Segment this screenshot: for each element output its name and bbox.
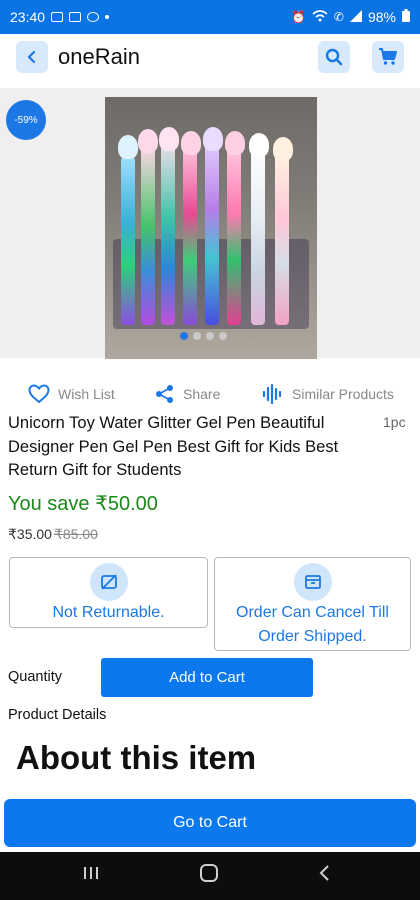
about-heading: About this item xyxy=(16,739,257,776)
carousel-dot[interactable] xyxy=(206,332,214,340)
quantity-label: Quantity xyxy=(8,669,62,685)
chat-notification-icon xyxy=(87,12,100,22)
carousel-dot[interactable] xyxy=(180,332,188,340)
similar-products-button[interactable]: Similar Products xyxy=(262,384,394,404)
similar-products-icon xyxy=(262,384,282,404)
add-to-cart-button[interactable]: Add to Cart xyxy=(101,658,313,697)
pen-image xyxy=(183,140,197,325)
unicorn-cap-image xyxy=(181,131,201,155)
you-save-text: You save ₹50.00 xyxy=(8,493,158,515)
search-button[interactable] xyxy=(318,41,350,73)
mrp-price: ₹85.00 xyxy=(53,526,98,542)
cancel-policy-card[interactable]: Order Can Cancel Till Order Shipped. xyxy=(214,557,411,651)
carousel-indicator xyxy=(180,332,227,340)
wifi-icon xyxy=(312,9,328,25)
wishlist-button[interactable]: Wish List xyxy=(28,384,115,404)
system-nav-bar xyxy=(0,852,420,900)
go-to-cart-button[interactable]: Go to Cart xyxy=(4,799,416,847)
signal-icon xyxy=(349,9,362,25)
share-label: Share xyxy=(183,386,221,402)
selling-price: ₹35.00 xyxy=(8,526,52,542)
image-notification-icon xyxy=(51,12,64,22)
unicorn-cap-image xyxy=(249,133,269,157)
discount-badge: -59% xyxy=(8,102,44,138)
battery-icon xyxy=(402,9,410,25)
share-button[interactable]: Share xyxy=(155,384,220,404)
unicorn-cap-image xyxy=(118,135,138,159)
more-notifications-icon xyxy=(105,15,110,19)
recents-icon[interactable] xyxy=(82,864,100,887)
pen-image xyxy=(227,139,241,325)
unicorn-cap-image xyxy=(138,129,158,153)
status-bar: 23:40 ⏰ ✆ 98% xyxy=(0,0,420,34)
unicorn-cap-image xyxy=(159,127,179,151)
product-image[interactable] xyxy=(105,97,317,359)
message-notification-icon xyxy=(69,12,82,22)
heart-icon xyxy=(28,384,50,404)
carousel-dot[interactable] xyxy=(219,332,227,340)
back-nav-icon[interactable] xyxy=(318,864,332,888)
cart-button[interactable] xyxy=(372,41,404,73)
product-title: Unicorn Toy Water Glitter Gel Pen Beauti… xyxy=(8,414,339,479)
wishlist-label: Wish List xyxy=(58,386,115,402)
price-row: ₹35.00 ₹85.00 xyxy=(8,526,98,543)
cancel-policy-text: Order Can Cancel Till Order Shipped. xyxy=(236,604,389,645)
app-bar: oneRain xyxy=(0,34,420,80)
cart-icon xyxy=(379,48,397,65)
pen-image xyxy=(121,155,135,325)
pen-image xyxy=(141,145,155,325)
pen-image xyxy=(161,135,175,325)
cancel-icon-circle xyxy=(293,563,332,601)
status-time: 23:40 xyxy=(10,9,46,25)
order-box-icon xyxy=(304,575,321,589)
call-icon: ✆ xyxy=(333,10,344,24)
unicorn-cap-image xyxy=(203,127,223,151)
app-title: oneRain xyxy=(58,44,140,69)
product-unit: 1pc xyxy=(383,414,406,430)
carousel-dot[interactable] xyxy=(193,332,201,340)
back-arrow-icon xyxy=(27,50,36,64)
product-actions: Wish List Share Similar Products xyxy=(0,380,420,408)
share-icon xyxy=(156,385,173,403)
unicorn-cap-image xyxy=(273,137,293,161)
home-icon[interactable] xyxy=(199,864,219,888)
no-return-icon-circle xyxy=(89,563,128,601)
unicorn-cap-image xyxy=(225,131,245,155)
return-policy-card[interactable]: Not Returnable. xyxy=(9,557,208,628)
pen-image xyxy=(205,133,219,325)
search-icon xyxy=(325,48,343,66)
pen-image xyxy=(275,149,289,325)
product-details-label: Product Details xyxy=(8,707,107,723)
no-return-icon xyxy=(100,574,117,590)
return-policy-text: Not Returnable. xyxy=(52,604,165,621)
similar-products-label: Similar Products xyxy=(292,386,394,402)
back-button[interactable] xyxy=(16,41,48,73)
alarm-icon: ⏰ xyxy=(290,10,306,24)
pen-image xyxy=(251,143,265,325)
battery-text: 98% xyxy=(367,9,396,25)
